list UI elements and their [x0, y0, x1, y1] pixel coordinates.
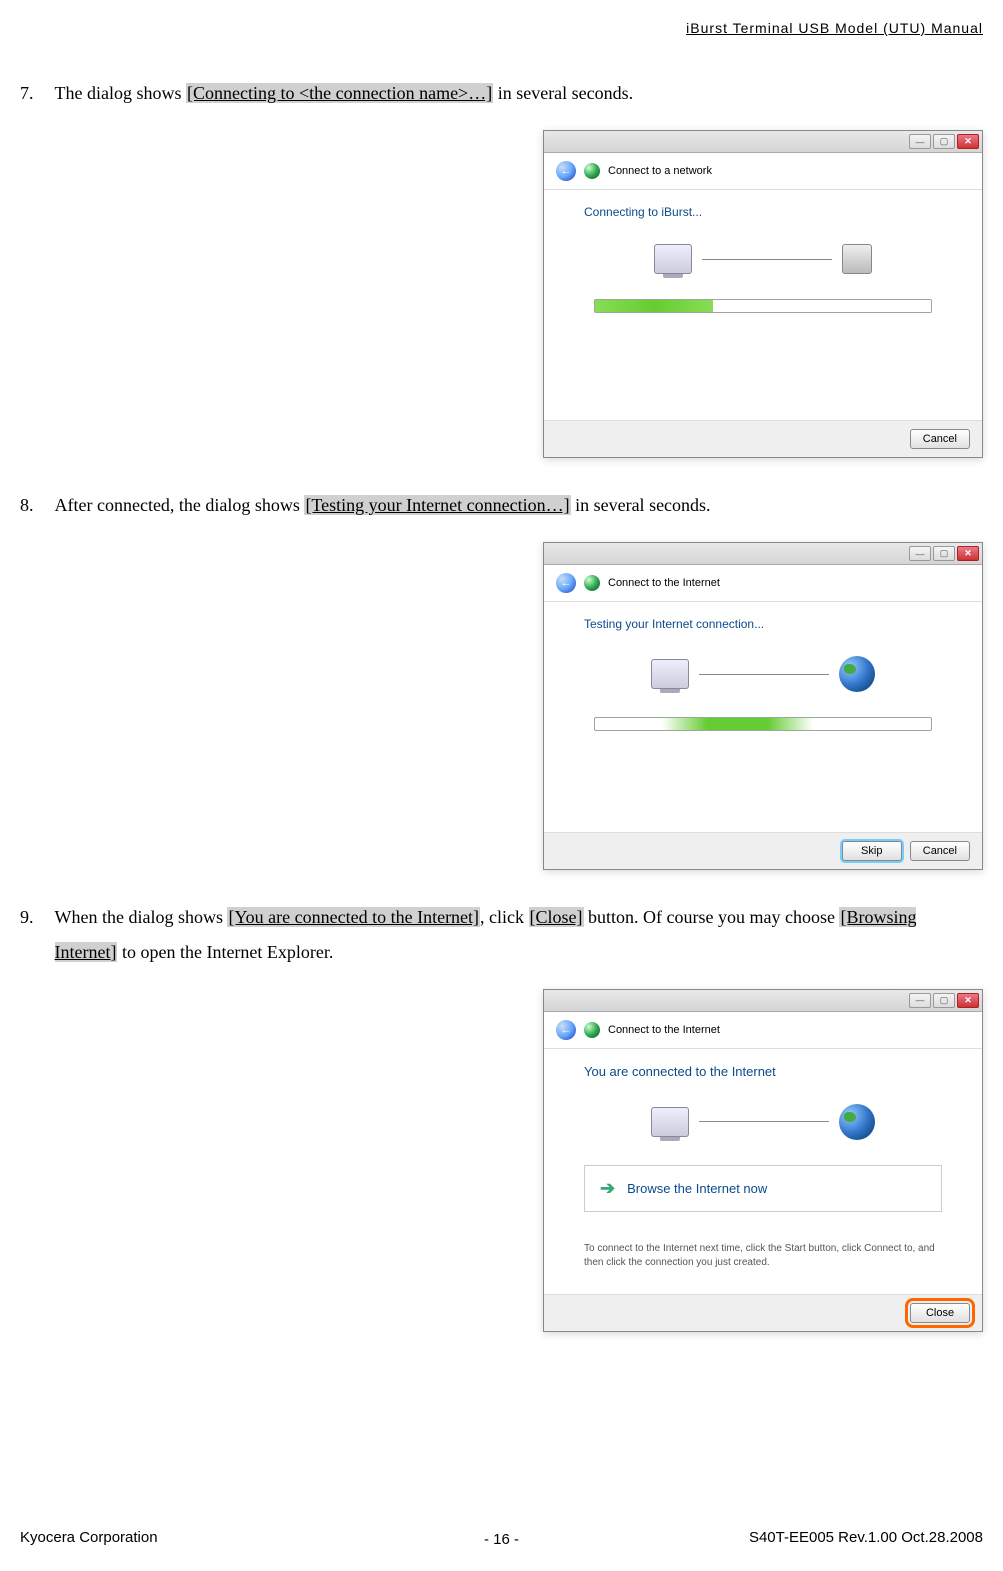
minimize-button[interactable]: — [909, 134, 931, 149]
connection-line [699, 1121, 829, 1122]
dialog-3-wrap: — ▢ ✕ ← Connect to the Internet You are … [20, 989, 983, 1332]
doc-header: iBurst Terminal USB Model (UTU) Manual [20, 20, 983, 36]
dialog-title: Connect to the Internet [608, 577, 720, 589]
back-icon[interactable]: ← [556, 573, 576, 593]
connection-line [702, 259, 832, 260]
text: After connected, the dialog shows [55, 495, 305, 515]
maximize-button[interactable]: ▢ [933, 134, 955, 149]
text: When the dialog shows [55, 907, 228, 927]
network-icon [584, 1022, 600, 1038]
titlebar: — ▢ ✕ [544, 131, 982, 153]
text: in several seconds. [571, 495, 711, 515]
helper-text: To connect to the Internet next time, cl… [584, 1242, 942, 1270]
computer-icon [651, 1107, 689, 1137]
minimize-button[interactable]: — [909, 993, 931, 1008]
text: , click [480, 907, 528, 927]
page-number: - 16 - [484, 1531, 519, 1548]
text: button. Of course you may choose [584, 907, 840, 927]
arrow-right-icon: ➔ [600, 1178, 615, 1199]
status-message: Connecting to iBurst... [584, 205, 942, 219]
step-7: 7. The dialog shows [Connecting to <the … [20, 76, 983, 110]
cancel-button[interactable]: Cancel [910, 429, 970, 449]
step-text: The dialog shows [Connecting to <the con… [55, 76, 978, 110]
close-button[interactable]: ✕ [957, 134, 979, 149]
dialog-2-wrap: — ▢ ✕ ← Connect to the Internet Testing … [20, 542, 983, 870]
highlight: [Close] [529, 907, 584, 927]
connection-graphic [584, 244, 942, 274]
connection-graphic [584, 1104, 942, 1140]
text: in several seconds. [493, 83, 633, 103]
dialog-footer: Close [544, 1294, 982, 1331]
progress-fill [595, 300, 713, 312]
connection-line [699, 674, 829, 675]
highlight: [Testing your Internet connection…] [304, 495, 570, 515]
dialog-footer: Cancel [544, 420, 982, 457]
server-icon [842, 244, 872, 274]
dialog-header: ← Connect to the Internet [544, 1012, 982, 1049]
highlight: [Connecting to <the connection name>…] [186, 83, 493, 103]
network-icon [584, 575, 600, 591]
footer-revision: S40T-EE005 Rev.1.00 Oct.28.2008 [749, 1529, 983, 1546]
dialog-title: Connect to a network [608, 165, 712, 177]
dialog-1-wrap: — ▢ ✕ ← Connect to a network Connecting … [20, 130, 983, 458]
browse-label: Browse the Internet now [627, 1181, 767, 1196]
maximize-button[interactable]: ▢ [933, 993, 955, 1008]
cancel-button[interactable]: Cancel [910, 841, 970, 861]
back-icon[interactable]: ← [556, 1020, 576, 1040]
globe-icon [839, 1104, 875, 1140]
close-dialog-button[interactable]: Close [910, 1303, 970, 1323]
dialog-connected: — ▢ ✕ ← Connect to the Internet You are … [543, 989, 983, 1332]
footer-company: Kyocera Corporation [20, 1529, 158, 1546]
step-number: 8. [20, 488, 50, 522]
step-text: After connected, the dialog shows [Testi… [55, 488, 978, 522]
network-icon [584, 163, 600, 179]
text: The dialog shows [55, 83, 186, 103]
globe-icon [839, 656, 875, 692]
dialog-footer: Skip Cancel [544, 832, 982, 869]
dialog-header: ← Connect to the Internet [544, 565, 982, 602]
computer-icon [651, 659, 689, 689]
status-message: Testing your Internet connection... [584, 617, 942, 631]
step-number: 7. [20, 76, 50, 110]
highlight: [You are connected to the Internet] [227, 907, 480, 927]
dialog-body: Connecting to iBurst... [544, 190, 982, 420]
back-icon[interactable]: ← [556, 161, 576, 181]
text: to open the Internet Explorer. [117, 942, 333, 962]
dialog-body: You are connected to the Internet ➔ Brow… [544, 1049, 982, 1294]
connection-graphic [584, 656, 942, 692]
progress-bar [594, 717, 932, 731]
minimize-button[interactable]: — [909, 546, 931, 561]
close-button[interactable]: ✕ [957, 993, 979, 1008]
titlebar: — ▢ ✕ [544, 543, 982, 565]
dialog-body: Testing your Internet connection... [544, 602, 982, 832]
progress-bar [594, 299, 932, 313]
skip-button[interactable]: Skip [842, 841, 902, 861]
close-button[interactable]: ✕ [957, 546, 979, 561]
titlebar: — ▢ ✕ [544, 990, 982, 1012]
step-number: 9. [20, 900, 50, 934]
computer-icon [654, 244, 692, 274]
progress-fill [662, 718, 813, 730]
dialog-connect-internet: — ▢ ✕ ← Connect to the Internet Testing … [543, 542, 983, 870]
step-8: 8. After connected, the dialog shows [Te… [20, 488, 983, 522]
step-text: When the dialog shows [You are connected… [55, 900, 978, 968]
step-9: 9. When the dialog shows [You are connec… [20, 900, 983, 968]
browse-internet-button[interactable]: ➔ Browse the Internet now [584, 1165, 942, 1212]
page-footer: Kyocera Corporation - 16 - S40T-EE005 Re… [20, 1529, 983, 1546]
dialog-header: ← Connect to a network [544, 153, 982, 190]
status-heading: You are connected to the Internet [584, 1064, 942, 1079]
maximize-button[interactable]: ▢ [933, 546, 955, 561]
dialog-title: Connect to the Internet [608, 1024, 720, 1036]
dialog-connect-network: — ▢ ✕ ← Connect to a network Connecting … [543, 130, 983, 458]
